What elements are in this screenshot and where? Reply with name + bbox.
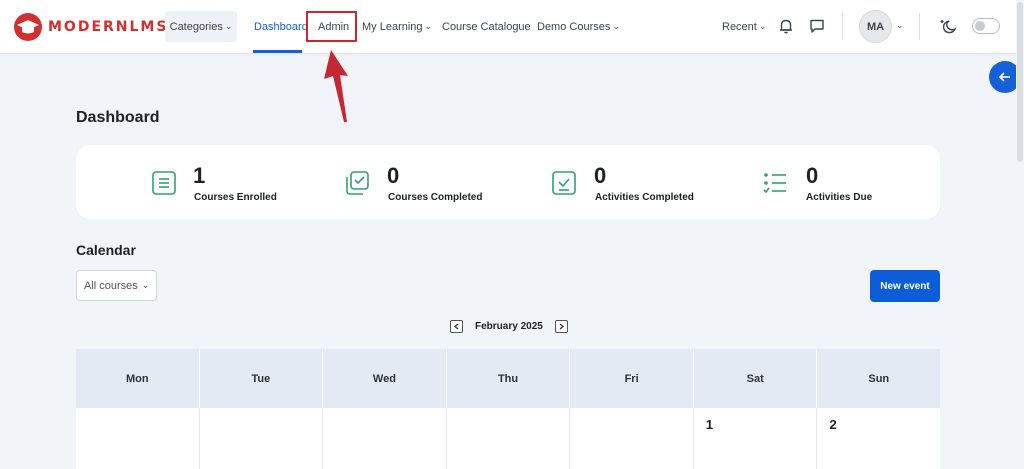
stat-label: Courses Completed (388, 192, 483, 203)
calendar-day-cell[interactable] (76, 408, 200, 469)
page-title: Dashboard (76, 109, 160, 126)
brand-name: MODERNLMS (48, 19, 169, 35)
nav-my-learning[interactable]: My Learning ⌄ (362, 0, 432, 53)
chevron-down-icon[interactable]: ⌄ (896, 20, 904, 31)
month-navigation: February 2025 (450, 319, 568, 333)
calendar-day-cell[interactable] (200, 408, 324, 469)
nav-divider (842, 13, 843, 40)
chevron-down-icon: ⌄ (424, 21, 433, 31)
stat-value: 0 (806, 163, 819, 188)
weekday-header: Sat (694, 349, 818, 408)
chevron-down-icon: ⌄ (612, 21, 620, 31)
clipboard-check-icon (552, 171, 576, 195)
bell-icon[interactable] (777, 17, 795, 35)
chat-icon[interactable] (808, 17, 826, 35)
weekday-header: Tue (200, 349, 324, 408)
page-scrollbar[interactable] (1016, 0, 1024, 469)
toggle-knob (975, 21, 985, 31)
weekday-header: Thu (447, 349, 571, 408)
clipboard-list-icon (152, 171, 176, 195)
course-filter-value: All courses (84, 279, 138, 292)
chevron-down-icon: ⌄ (224, 21, 233, 31)
weekday-header: Sun (868, 372, 890, 385)
course-filter-select[interactable]: All courses ⌄ (76, 270, 157, 301)
nav-recent-label: Recent (722, 20, 757, 33)
calendar-day-cell[interactable] (323, 408, 447, 469)
theme-toggle[interactable] (972, 18, 1000, 34)
stat-label: Activities Due (806, 192, 873, 203)
stat-value: 0 (594, 163, 607, 188)
weekday-header: Wed (323, 349, 447, 408)
calendar-day-cell[interactable] (570, 408, 694, 469)
arrow-left-icon (998, 72, 1010, 82)
site-logo[interactable]: MODERNLMS (14, 13, 168, 41)
calendar-day-cell[interactable]: 1 (694, 408, 818, 469)
new-event-button[interactable]: New event (870, 270, 940, 302)
calendar-title: Calendar (76, 242, 136, 258)
day-number: 2 (829, 417, 837, 432)
next-month-button[interactable] (554, 319, 568, 333)
calendar-day-cell[interactable]: 2 (817, 408, 940, 469)
stat-value: 1 (193, 163, 206, 188)
calendar-day-cell[interactable] (447, 408, 571, 469)
prev-month-button[interactable] (450, 319, 463, 333)
annotation-arrow-icon (324, 50, 348, 122)
chevron-left-icon (453, 323, 459, 329)
checklist-icon (763, 173, 786, 194)
day-number: 1 (705, 417, 714, 432)
nav-categories[interactable]: Categories ⌄ (165, 11, 237, 42)
nav-my-learning-label: My Learning (362, 20, 423, 33)
calendar-grid: Mon Tue Wed Thu Fri Sat Sun 1 2 (76, 349, 940, 469)
graduation-cap-icon (14, 13, 42, 41)
nav-divider (919, 13, 920, 40)
weekday-header: Fri (570, 349, 694, 408)
stat-value: 0 (387, 163, 400, 188)
nav-dashboard[interactable]: Dashboard (254, 0, 308, 53)
current-month: February 2025 (475, 320, 543, 332)
annotation-highlight-box (306, 11, 357, 42)
nav-course-catalogue[interactable]: Course Catalogue (442, 0, 531, 53)
chevron-right-icon (559, 323, 564, 329)
calendar-header-row: Mon Tue Wed Thu Fri Sat Sun (76, 349, 940, 408)
top-navbar: MODERNLMS Categories ⌄ Dashboard Admin My… (0, 0, 1024, 53)
stat-label: Courses Enrolled (194, 192, 277, 203)
nav-demo-courses[interactable]: Demo Courses ⌄ (537, 0, 620, 53)
active-tab-indicator (253, 50, 302, 53)
calendar-week-row: 1 2 (76, 408, 940, 469)
scrollbar-thumb[interactable] (1017, 2, 1023, 162)
chevron-down-icon: ⌄ (141, 280, 150, 290)
nav-categories-label: Categories (169, 20, 223, 33)
stacked-check-icon (346, 171, 369, 195)
nav-demo-courses-label: Demo Courses (537, 20, 611, 33)
stats-card: 1 Courses Enrolled 0 Courses Completed 0… (76, 145, 940, 219)
user-avatar[interactable]: MA (859, 10, 892, 43)
nav-recent[interactable]: Recent ⌄ (722, 0, 766, 53)
weekday-header: Mon (76, 349, 200, 408)
dark-mode-icon[interactable] (939, 17, 957, 35)
stat-label: Activities Completed (595, 192, 694, 203)
chevron-down-icon: ⌄ (758, 21, 767, 31)
